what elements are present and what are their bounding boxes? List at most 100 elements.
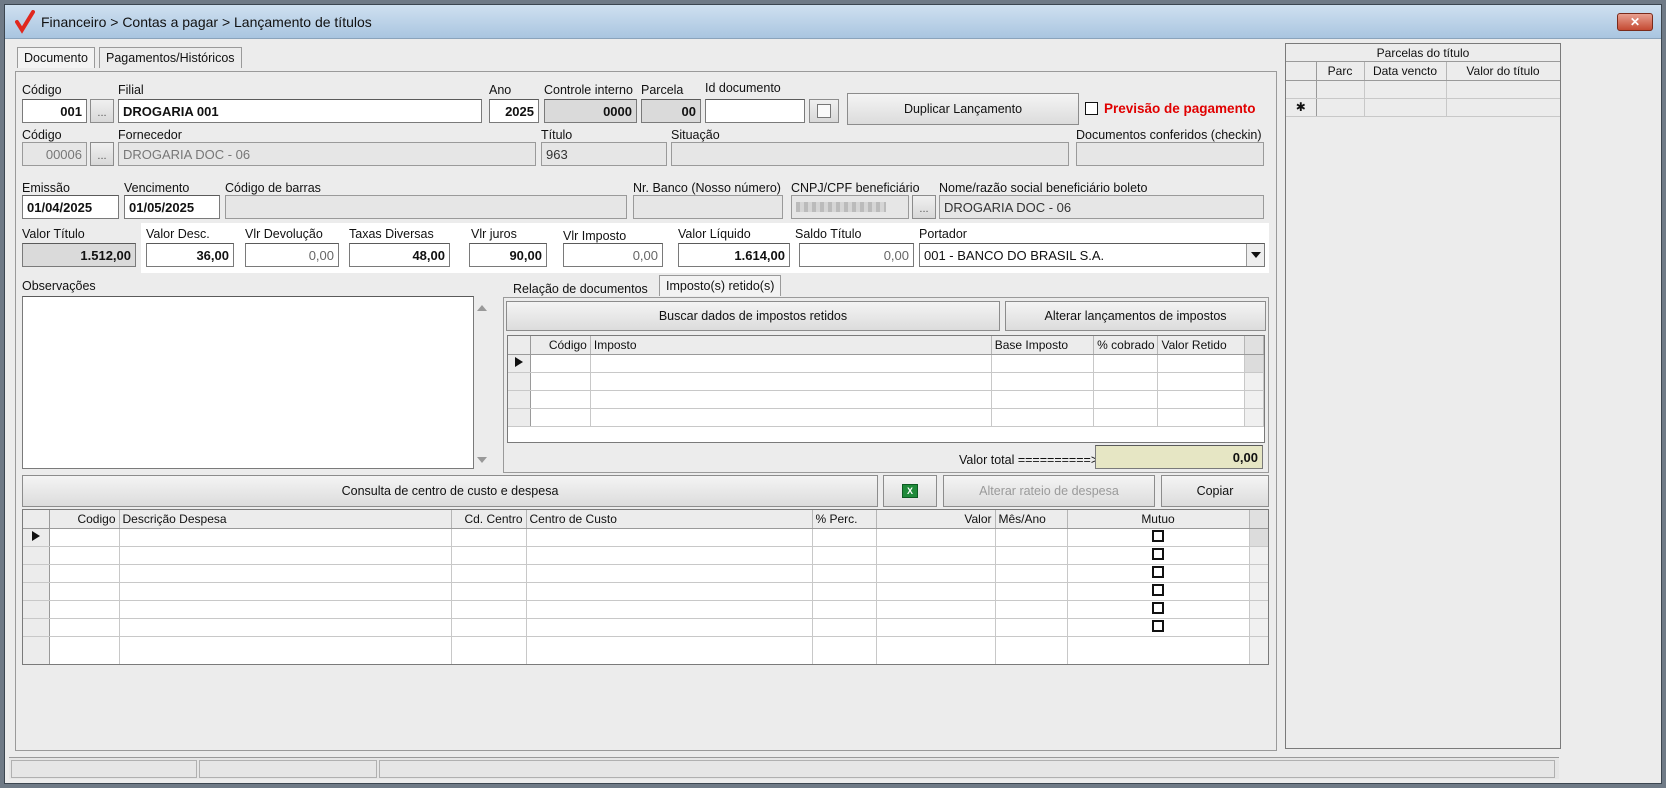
fornecedor-search-button[interactable]: ...	[90, 142, 114, 166]
buscar-impostos-button[interactable]: Buscar dados de impostos retidos	[506, 301, 1000, 331]
status-bar	[9, 757, 1559, 779]
col-mutuo[interactable]: Mutuo	[1067, 510, 1250, 529]
col-cd-centro[interactable]: Cd. Centro	[451, 510, 527, 529]
codigo-filial-field[interactable]: 001	[22, 99, 87, 123]
close-button[interactable]: ✕	[1617, 13, 1653, 31]
table-row[interactable]	[23, 564, 1268, 583]
mutuo-checkbox[interactable]	[1152, 601, 1164, 614]
col-valor-titulo[interactable]: Valor do título	[1446, 62, 1560, 81]
consulta-centro-custo-button[interactable]: Consulta de centro de custo e despesa	[22, 475, 878, 507]
vlr-devolucao-field[interactable]: 0,00	[245, 243, 339, 267]
table-row[interactable]	[23, 618, 1268, 637]
titulo-field[interactable]: 963	[541, 142, 667, 166]
portador-select[interactable]: 001 - BANCO DO BRASIL S.A.	[919, 243, 1265, 267]
portador-label: Portador	[919, 227, 967, 241]
col-descricao-despesa[interactable]: Descrição Despesa	[119, 510, 452, 529]
cnpj-beneficiario-field[interactable]	[791, 195, 909, 219]
documentos-conferidos-field[interactable]	[1076, 142, 1264, 166]
situacao-field[interactable]	[671, 142, 1069, 166]
id-documento-lookup-button[interactable]	[809, 99, 839, 123]
col-perc-cobrado[interactable]: % cobrado	[1093, 336, 1159, 355]
row-indicator-header	[508, 336, 531, 355]
grid-scrollbar-thumb[interactable]	[1244, 354, 1264, 373]
alterar-rateio-button[interactable]: Alterar rateio de despesa	[943, 475, 1155, 507]
vlr-imposto-field[interactable]: 0,00	[563, 243, 663, 267]
col-imposto[interactable]: Imposto	[590, 336, 992, 355]
new-row-indicator-icon: ✱	[1286, 98, 1317, 117]
codigo-filial-label: Código	[22, 83, 62, 97]
mutuo-checkbox[interactable]	[1152, 547, 1164, 560]
status-bar-pane	[11, 760, 197, 778]
emissao-field[interactable]: 01/04/2025	[22, 195, 119, 219]
table-row[interactable]	[1286, 80, 1560, 99]
centro-custo-grid[interactable]: Codigo Descrição Despesa Cd. Centro Cent…	[22, 509, 1269, 665]
table-row[interactable]	[508, 390, 1264, 409]
controle-interno-field[interactable]: 0000	[544, 99, 637, 123]
col-parc[interactable]: Parc	[1316, 62, 1365, 81]
impostos-grid[interactable]: Código Imposto Base Imposto % cobrado Va…	[507, 335, 1265, 443]
filial-field[interactable]: DROGARIA 001	[118, 99, 482, 123]
table-row[interactable]	[23, 546, 1268, 565]
mutuo-checkbox[interactable]	[1152, 565, 1164, 578]
valor-titulo-field[interactable]: 1.512,00	[22, 243, 136, 267]
tab-relacao-documentos[interactable]: Relação de documentos	[507, 279, 654, 299]
col-perc[interactable]: % Perc.	[812, 510, 877, 529]
ano-field[interactable]: 2025	[489, 99, 539, 123]
vlr-juros-field[interactable]: 90,00	[469, 243, 547, 267]
table-row[interactable]	[23, 636, 1268, 664]
mutuo-checkbox[interactable]	[1152, 619, 1164, 632]
nome-beneficiario-field[interactable]: DROGARIA DOC - 06	[939, 195, 1264, 219]
valor-liquido-field[interactable]: 1.614,00	[678, 243, 790, 267]
table-row[interactable]: ✱	[1286, 98, 1560, 117]
taxas-diversas-field[interactable]: 48,00	[349, 243, 450, 267]
table-row[interactable]	[23, 582, 1268, 601]
col-mes-ano[interactable]: Mês/Ano	[995, 510, 1068, 529]
current-row-arrow-icon	[508, 354, 531, 373]
dropdown-arrow-icon[interactable]	[1246, 244, 1264, 266]
nr-banco-field[interactable]	[633, 195, 783, 219]
vencimento-field[interactable]: 01/05/2025	[124, 195, 220, 219]
codigo-barras-field[interactable]	[225, 195, 627, 219]
duplicar-lancamento-button[interactable]: Duplicar Lançamento	[847, 93, 1079, 125]
tab-pagamentos[interactable]: Pagamentos/Históricos	[99, 47, 242, 68]
table-row[interactable]	[508, 354, 1264, 373]
parcela-field[interactable]: 00	[641, 99, 701, 123]
valor-desc-field[interactable]: 36,00	[146, 243, 234, 267]
col-valor-retido[interactable]: Valor Retido	[1157, 336, 1245, 355]
col-data-vencto[interactable]: Data vencto	[1364, 62, 1447, 81]
controle-interno-label: Controle interno	[544, 83, 633, 97]
observacoes-textarea[interactable]	[22, 296, 474, 469]
copiar-button[interactable]: Copiar	[1161, 475, 1269, 507]
mutuo-checkbox[interactable]	[1152, 529, 1164, 542]
impostos-grid-header: Código Imposto Base Imposto % cobrado Va…	[508, 336, 1264, 355]
col-centro-custo[interactable]: Centro de Custo	[526, 510, 813, 529]
excel-icon: X	[902, 484, 918, 498]
alterar-impostos-button[interactable]: Alterar lançamentos de impostos	[1005, 301, 1266, 331]
filial-search-button[interactable]: ...	[90, 99, 114, 123]
observacoes-scroll-down-icon[interactable]	[476, 453, 488, 463]
table-row[interactable]	[23, 528, 1268, 547]
parcelas-grid[interactable]: Parcelas do título Parc Data vencto Valo…	[1285, 43, 1561, 749]
table-row[interactable]	[508, 372, 1264, 391]
export-excel-button[interactable]: X	[883, 475, 937, 507]
status-bar-pane	[199, 760, 377, 778]
status-bar-pane	[379, 760, 1555, 778]
fornecedor-label: Fornecedor	[118, 128, 182, 142]
mutuo-checkbox[interactable]	[1152, 583, 1164, 596]
cnpj-search-button[interactable]: ...	[912, 195, 936, 219]
tab-impostos-retidos[interactable]: Imposto(s) retido(s)	[659, 275, 782, 296]
previsao-pagamento-checkbox[interactable]: Previsão de pagamento	[1085, 101, 1256, 116]
col-valor[interactable]: Valor	[876, 510, 996, 529]
codigo-fornecedor-field[interactable]: 00006	[22, 142, 87, 166]
table-row[interactable]	[23, 600, 1268, 619]
table-row[interactable]	[508, 408, 1264, 427]
col-codigo[interactable]: Código	[530, 336, 591, 355]
tab-documento[interactable]: Documento	[17, 47, 95, 68]
fornecedor-field[interactable]: DROGARIA DOC - 06	[118, 142, 536, 166]
saldo-titulo-field[interactable]: 0,00	[799, 243, 914, 267]
col-codigo-despesa[interactable]: Codigo	[49, 510, 120, 529]
close-icon: ✕	[1629, 15, 1641, 29]
id-documento-field[interactable]	[705, 99, 805, 123]
col-base-imposto[interactable]: Base Imposto	[991, 336, 1095, 355]
observacoes-scroll-up-icon[interactable]	[476, 301, 488, 311]
